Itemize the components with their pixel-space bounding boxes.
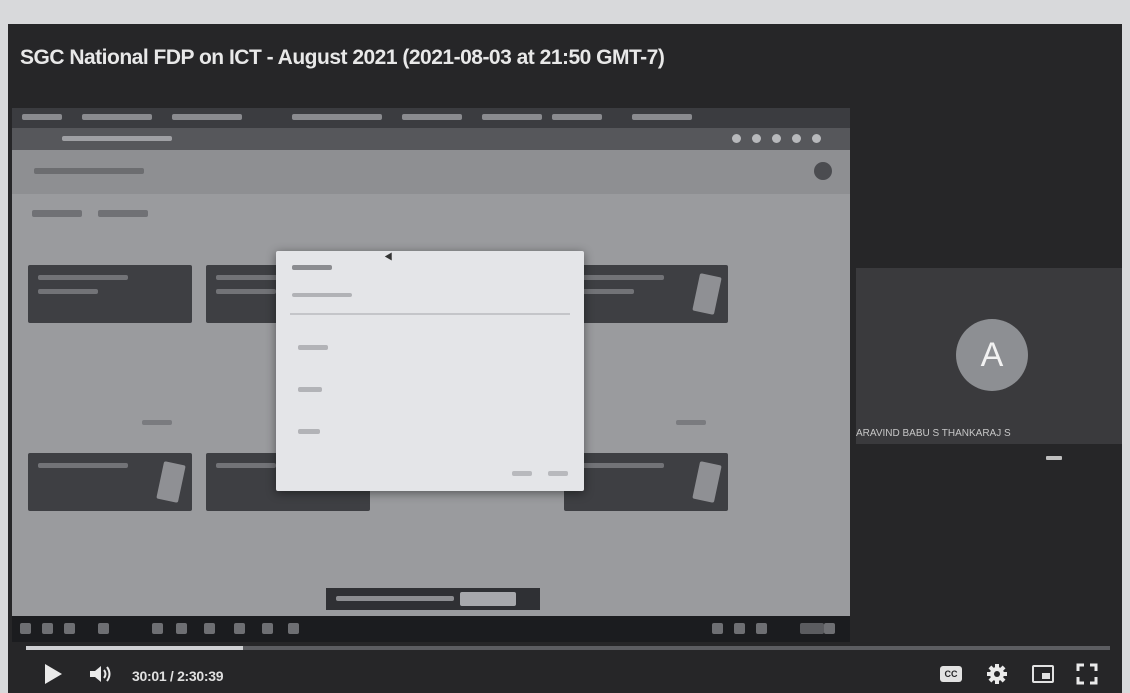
class-card [28,265,192,323]
shared-screen [12,108,850,618]
participant-name: ARAVIND BABU S THANKARAJ S [856,428,1011,439]
volume-button[interactable] [88,661,114,687]
app-header [12,150,850,194]
progress-bar[interactable] [26,646,1110,650]
participant-tile: A [856,268,1122,444]
play-button[interactable] [40,661,66,687]
class-card [564,453,728,511]
fullscreen-icon [1076,663,1098,685]
settings-button[interactable] [984,661,1010,687]
gear-icon [987,664,1007,684]
fullscreen-button[interactable] [1074,661,1100,687]
screen-share-banner [326,588,540,610]
progress-played [26,646,243,650]
miniplayer-button[interactable] [1030,661,1056,687]
browser-tab-strip [12,108,850,128]
browser-address-bar [12,128,850,150]
class-card [564,265,728,323]
volume-icon [90,666,111,682]
mic-muted-icon [1046,456,1062,460]
account-avatar [814,162,832,180]
captions-icon: CC [940,666,962,682]
video-player[interactable]: SGC National FDP on ICT - August 2021 (2… [8,24,1122,693]
class-card [28,453,192,511]
play-icon [44,664,62,684]
avatar: A [956,319,1028,391]
os-taskbar [12,616,850,642]
dialog-box [276,251,584,491]
miniplayer-icon [1032,665,1054,683]
time-display: 30:01 / 2:30:39 [132,668,224,684]
video-title: SGC National FDP on ICT - August 2021 (2… [20,46,665,69]
player-controls: 30:01 / 2:30:39 CC [8,656,1122,693]
captions-button[interactable]: CC [938,661,964,687]
